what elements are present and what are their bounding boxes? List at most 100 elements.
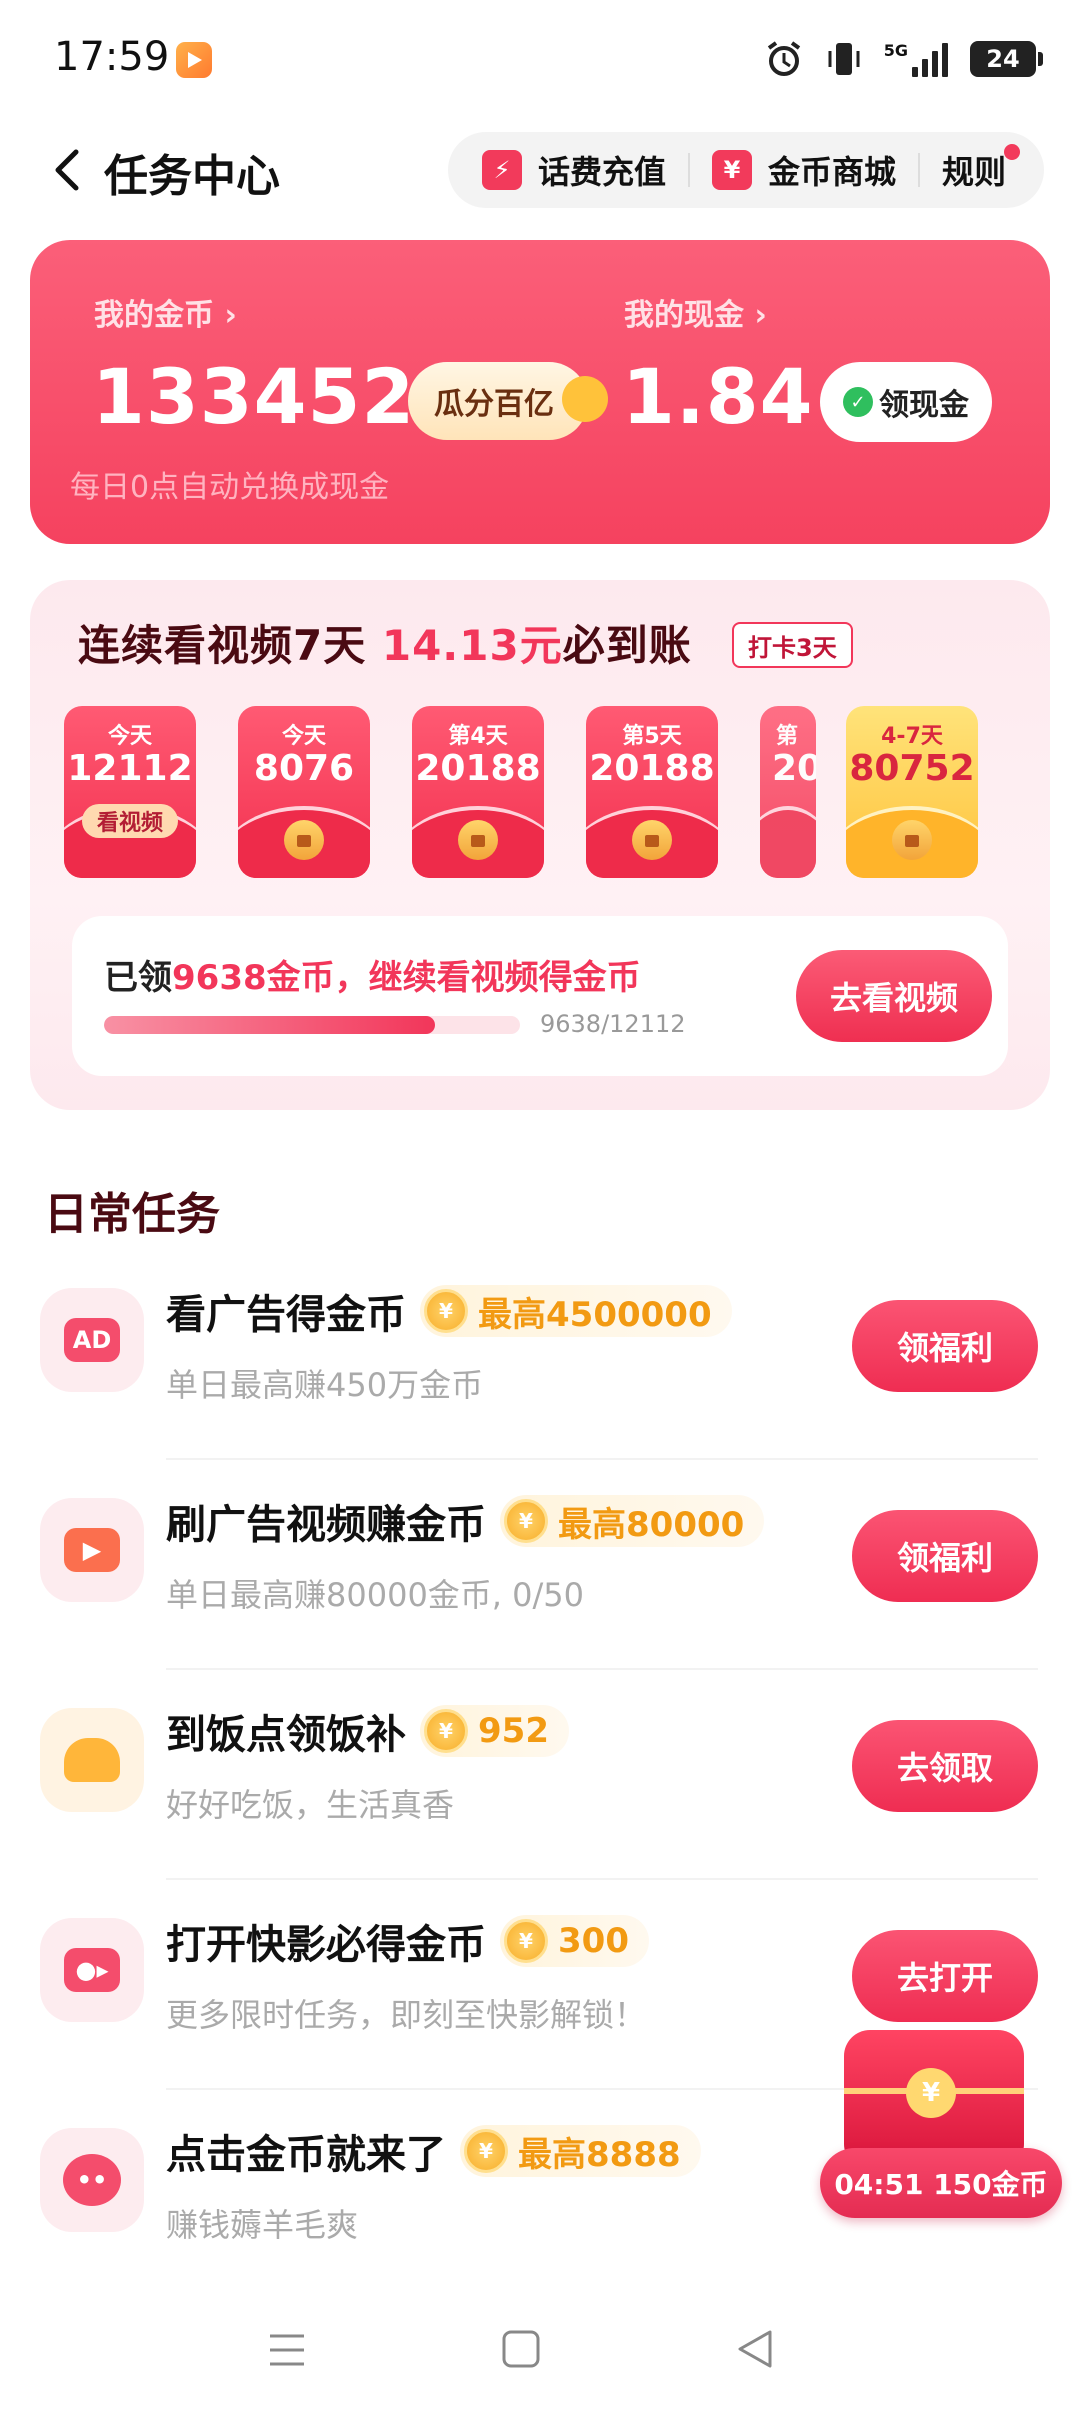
task-title: 到饭点领饭补 [166,1712,406,1758]
coin-icon: ¥ [504,1499,548,1543]
task-title: 刷广告视频赚金币 [166,1502,486,1548]
coins-value: 133452 [92,352,416,441]
reward-badge: ¥300 [500,1915,649,1967]
checkin-days-badge: 打卡3天 [732,622,853,668]
claim-welfare-button[interactable]: 领福利 [852,1300,1038,1392]
chevron-right-icon: › [224,298,237,333]
pig-icon: •• [40,2128,144,2232]
home-icon[interactable] [500,2328,542,2370]
envelope-amount: 12112 [67,748,193,789]
lock-icon [458,820,498,860]
task-desc: 更多限时任务，即刻至快影解锁！ [166,1996,647,2034]
ticket-icon: ¥ [712,150,753,190]
video-icon: ▶ [40,1498,144,1602]
claim-welfare-button[interactable]: 领福利 [852,1510,1038,1602]
my-cash-link[interactable]: 我的现金 › [624,290,767,334]
task-row: ▶ 刷广告视频赚金币 ¥ 最高80000 单日最高赚80000金币, 0/50 领福… [0,1460,1080,1670]
divider [918,153,921,187]
envelope-amount: 80752 [849,748,975,789]
envelope-day: 第5天 [622,724,682,749]
rules-button[interactable]: 规则 [942,147,1006,193]
task-title: 打开快影必得金币 [166,1922,486,1968]
task-name: 打开快影必得金币 ¥300 [166,1912,649,1970]
wallet-card: 我的金币 › 133452 瓜分百亿 我的现金 › 1.84 ✓ 领现金 每日0点… [30,240,1050,544]
status-icons: 5G 24 [764,36,1043,82]
reward-timer: 04:51 150金币 [820,2148,1062,2218]
back-icon[interactable] [46,146,90,194]
task-title: 点击金币就来了 [166,2132,446,2178]
lightning-icon: ⚡ [482,150,522,190]
my-coins-label: 我的金币 [94,298,214,333]
envelope-today[interactable]: 今天 8076 [238,706,370,878]
meal-icon [40,1708,144,1812]
back-nav-icon[interactable] [734,2328,776,2370]
progress-fill [104,1016,436,1034]
recharge-button[interactable]: ⚡ 话费充值 [482,147,666,193]
envelope-day: 4-7天 [881,724,943,749]
section-title: 日常任务 [44,1189,220,1240]
task-name: 刷广告视频赚金币 ¥ 最高80000 [166,1492,765,1550]
go-claim-button[interactable]: 去领取 [852,1720,1038,1812]
rules-label: 规则 [942,153,1007,191]
task-title: 看广告得金币 [166,1292,406,1338]
envelope-day: 第 [776,724,799,749]
share-billions-button[interactable]: 瓜分百亿 [408,362,608,440]
chevron-right-icon: › [754,298,767,333]
reward-value: 952 [478,1711,549,1751]
reward-value: 最高80000 [558,1504,745,1545]
envelope-today-current[interactable]: 今天 12112 看视频 [64,706,196,878]
wechat-pay-icon: ✓ [843,387,873,417]
checkin-title: 连续看视频7天 14.13元必到账 [78,612,692,673]
envelope-day5[interactable]: 第5天 20188 [586,706,718,878]
floating-reward[interactable]: 04:51 150金币 [820,2030,1062,2230]
exchange-note: 每日0点自动兑换成现金 [70,470,390,505]
task-desc: 单日最高赚450万金币 [166,1366,484,1404]
go-open-button[interactable]: 去打开 [852,1930,1038,2022]
envelope-day4[interactable]: 第4天 20188 [412,706,544,878]
status-time: 17:59 [54,34,170,80]
envelope-amount: 8076 [253,748,355,789]
alarm-icon [767,41,800,76]
checkin-title-post: 必到账 [562,621,692,670]
reward-value: 最高8888 [518,2134,681,2175]
camera-icon: ●▸ [40,1918,144,2022]
checkin-title-pre: 连续看视频7天 [78,621,367,670]
battery-icon: 24 [970,41,1043,77]
top-actions: ⚡ 话费充值 ¥ 金币商城 规则 [448,132,1044,208]
task-desc: 单日最高赚80000金币, 0/50 [166,1576,585,1614]
envelope-amount: 20188 [415,748,541,789]
coin-icon: ¥ [504,1919,548,1963]
network-type: 5G [883,41,908,60]
signal-icon: 5G [884,41,948,77]
envelope-action: 看视频 [82,804,178,838]
reward-value: 最高4500000 [478,1294,712,1335]
envelope-day6-partial[interactable]: 第 20 [760,706,816,878]
claim-cash-button[interactable]: ✓ 领现金 [820,362,992,442]
progress-highlight: 9638金币，继续看视频得金币 [172,958,641,998]
envelope-day: 第4天 [448,724,508,749]
reward-badge: ¥ 最高8888 [460,2125,701,2177]
envelope-day: 今天 [107,724,152,749]
envelope-flap [760,806,816,878]
task-desc: 赚钱薅羊毛爽 [166,2206,359,2244]
task-name: 到饭点领饭补 ¥952 [166,1702,569,1760]
progress-prefix: 已领 [104,958,172,998]
watch-video-button[interactable]: 去看视频 [796,950,992,1042]
coin-mall-button[interactable]: ¥ 金币商城 [712,147,896,193]
status-bar: 17:59 5G 24 [0,0,1080,120]
divider [688,153,691,187]
task-name: 点击金币就来了 ¥ 最高8888 [166,2122,701,2180]
reward-badge: ¥952 [420,1705,569,1757]
coin-icon: ¥ [424,1289,468,1333]
task-row: 到饭点领饭补 ¥952 好好吃饭，生活真香 去领取 [0,1670,1080,1880]
battery-level: 24 [986,45,1020,73]
my-coins-link[interactable]: 我的金币 › [94,290,237,334]
recharge-label: 话费充值 [538,153,667,191]
envelope-day4-7[interactable]: 4-7天 80752 [846,706,978,878]
cash-value: 1.84 [622,352,814,441]
reward-badge: ¥ 最高4500000 [420,1285,732,1337]
progress-count: 9638/12112 [540,1010,686,1038]
menu-icon[interactable] [266,2330,308,2370]
reward-badge: ¥ 最高80000 [500,1495,765,1547]
task-name: 看广告得金币 ¥ 最高4500000 [166,1282,732,1340]
